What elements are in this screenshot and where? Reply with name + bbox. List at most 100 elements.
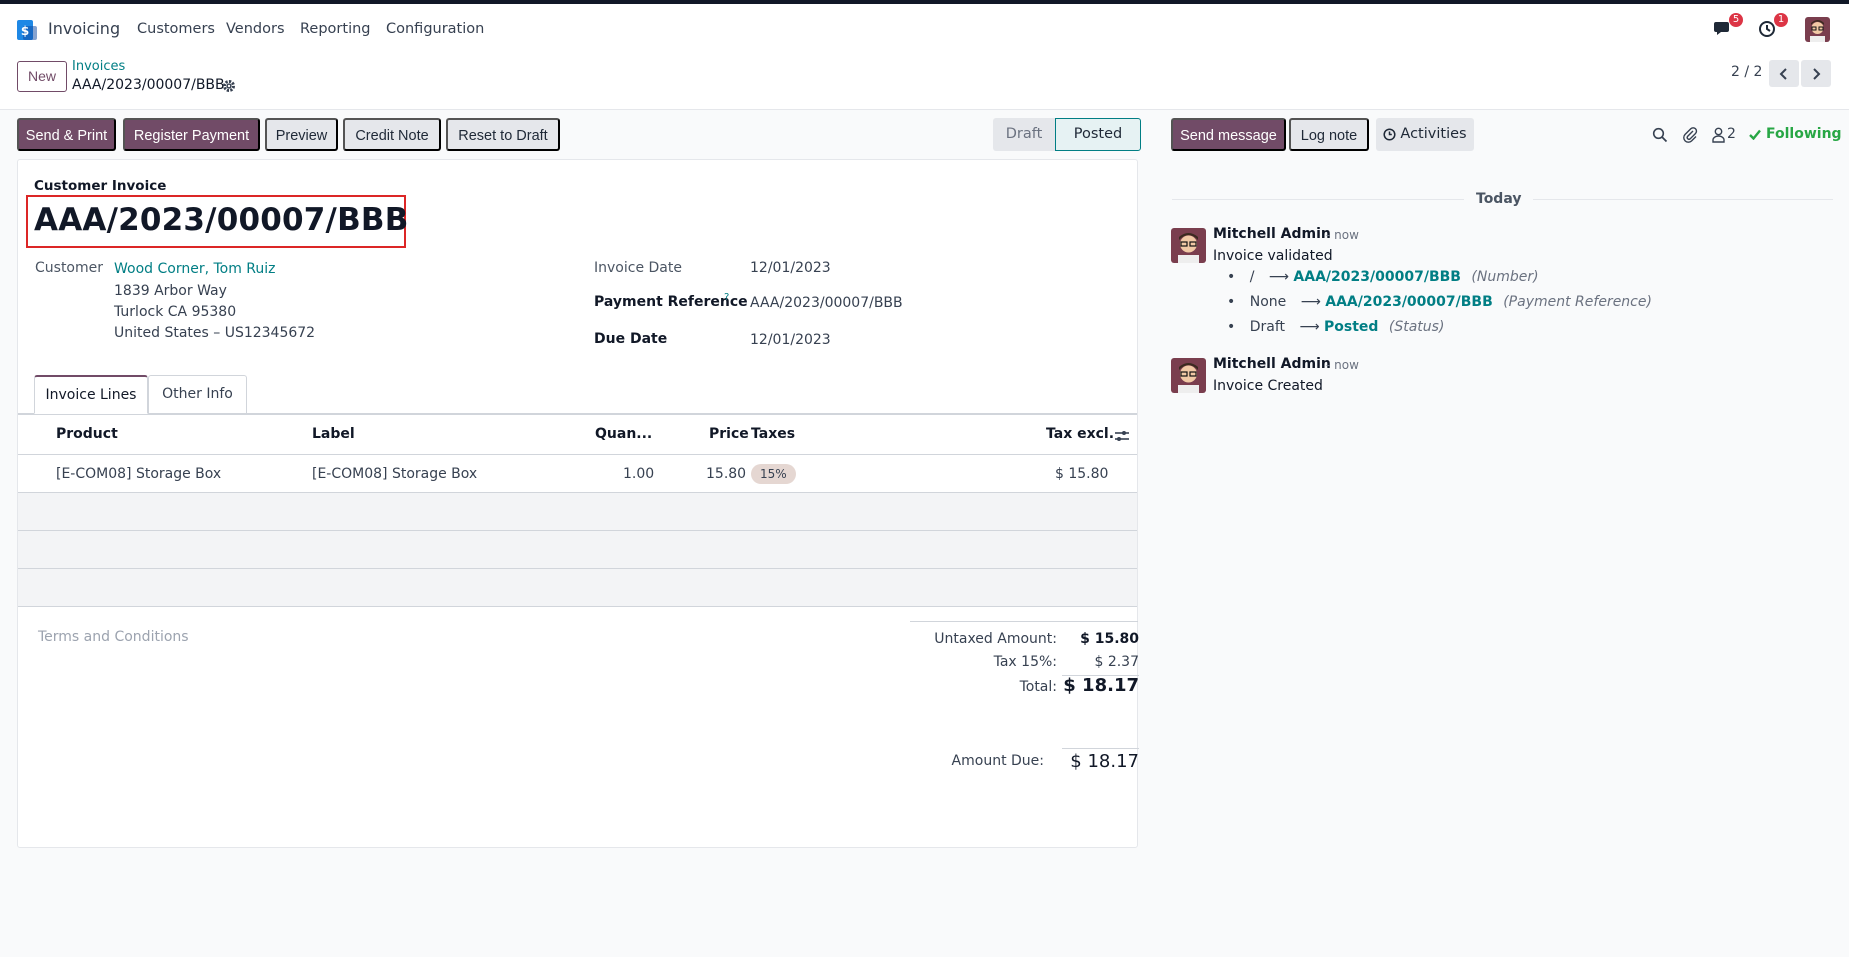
message-author-name[interactable]: Mitchell Admin	[1213, 356, 1331, 372]
clock-icon	[1383, 128, 1396, 141]
empty-table-row	[18, 493, 1137, 530]
message-author-avatar[interactable]	[1171, 228, 1206, 263]
tracking-field-name: (Payment Reference)	[1503, 294, 1652, 310]
message-author-name[interactable]: Mitchell Admin	[1213, 226, 1331, 242]
message-time: - now	[1326, 228, 1359, 242]
following-button[interactable]: Following	[1766, 126, 1842, 142]
check-icon	[1749, 129, 1761, 140]
menu-configuration[interactable]: Configuration	[386, 21, 484, 37]
address-line-2: Turlock CA 95380	[114, 304, 237, 320]
activities-clock-icon[interactable]: 1	[1758, 13, 1788, 40]
gear-icon[interactable]	[222, 79, 236, 93]
column-header-label[interactable]: Label	[312, 426, 355, 442]
date-separator-label: Today	[1464, 191, 1534, 207]
column-header-quantity[interactable]: Quan...	[595, 426, 652, 442]
menu-reporting[interactable]: Reporting	[300, 21, 371, 37]
line-label[interactable]: [E-COM08] Storage Box	[312, 466, 477, 482]
column-header-product[interactable]: Product	[56, 426, 118, 442]
bullet: •	[1227, 269, 1236, 285]
menu-customers[interactable]: Customers	[137, 21, 215, 37]
status-draft[interactable]: Draft	[993, 118, 1055, 151]
new-button[interactable]: New	[17, 61, 68, 92]
search-icon[interactable]	[1652, 127, 1668, 143]
line-subtotal: $ 15.80	[1055, 466, 1109, 482]
amount-due-value: $ 18.17	[1070, 751, 1139, 772]
help-tooltip-icon[interactable]: ?	[724, 292, 729, 303]
tab-other-info[interactable]: Other Info	[148, 375, 247, 414]
menu-vendors[interactable]: Vendors	[226, 21, 285, 37]
tracking-old-value: /	[1249, 269, 1255, 285]
arrow-right-icon: ⟶	[1300, 294, 1321, 310]
activities-button-label: Activities	[1400, 126, 1467, 142]
empty-table-row	[18, 569, 1137, 606]
message-body: Invoice validated	[1213, 248, 1333, 264]
line-price[interactable]: 15.80	[706, 466, 746, 482]
pager-previous-button[interactable]	[1769, 60, 1799, 87]
line-tax-tag[interactable]: 15%	[751, 464, 796, 484]
control-panel: New Invoices AAA/2023/00007/BBB 2 / 2	[0, 53, 1849, 110]
arrow-right-icon: ⟶	[1299, 319, 1320, 335]
amount-due-separator	[1062, 748, 1139, 749]
breadcrumb-current-record: AAA/2023/00007/BBB	[72, 77, 225, 93]
chevron-left-icon	[1779, 67, 1787, 80]
invoice-number-title: AAA/2023/00007/BBB	[34, 202, 409, 238]
untaxed-amount-label: Untaxed Amount:	[934, 631, 1057, 647]
invoice-date-value[interactable]: 12/01/2023	[750, 260, 831, 276]
invoice-form-sheet: Customer Invoice AAA/2023/00007/BBB Cust…	[17, 159, 1139, 848]
tracking-new-value: Posted	[1324, 319, 1379, 335]
table-header-border	[18, 414, 1137, 415]
message-author-avatar[interactable]	[1171, 358, 1206, 393]
message-time: - now	[1326, 358, 1359, 372]
column-header-price[interactable]: Price	[709, 426, 749, 442]
breadcrumb-invoices[interactable]: Invoices	[72, 59, 125, 74]
terms-and-conditions-field[interactable]: Terms and Conditions	[38, 629, 189, 645]
message-body: Invoice Created	[1213, 378, 1323, 394]
address-line-1: 1839 Arbor Way	[114, 283, 227, 299]
app-name[interactable]: Invoicing	[48, 19, 120, 38]
paperclip-icon[interactable]	[1682, 126, 1698, 143]
empty-table-row	[18, 531, 1137, 568]
optional-columns-icon[interactable]	[1114, 428, 1130, 444]
svg-text:$: $	[21, 24, 29, 38]
invoice-date-label: Invoice Date	[594, 260, 682, 276]
chevron-right-icon	[1813, 67, 1821, 80]
address-line-3: United States – US12345672	[114, 325, 316, 341]
customer-link[interactable]: Wood Corner, Tom Ruiz	[114, 261, 276, 277]
tracking-change-item: • Draft ⟶ Posted (Status)	[1227, 319, 1444, 335]
pager-next-button[interactable]	[1801, 60, 1831, 87]
table-header-bottom-border	[18, 454, 1137, 455]
form-tabs: Invoice Lines Other Info	[18, 375, 1137, 414]
credit-note-button[interactable]: Credit Note	[343, 118, 441, 151]
arrow-right-icon: ⟶	[1268, 269, 1289, 285]
activities-button[interactable]: Activities	[1376, 118, 1474, 151]
column-header-taxes[interactable]: Taxes	[751, 426, 795, 442]
line-quantity[interactable]: 1.00	[623, 466, 654, 482]
register-payment-button[interactable]: Register Payment	[123, 118, 260, 151]
due-date-label: Due Date	[594, 331, 668, 347]
followers-count[interactable]: 2	[1727, 126, 1736, 142]
document-type-label: Customer Invoice	[34, 178, 167, 194]
send-message-button[interactable]: Send message	[1171, 118, 1286, 151]
due-date-value[interactable]: 12/01/2023	[750, 332, 831, 348]
activities-badge: 1	[1774, 13, 1788, 27]
tracking-old-value: None	[1249, 294, 1287, 310]
author-avatar-image	[1171, 358, 1206, 393]
pager-value[interactable]: 2 / 2	[1731, 64, 1762, 80]
invoicing-app-icon[interactable]: $	[17, 20, 37, 40]
preview-button[interactable]: Preview	[265, 118, 338, 151]
column-header-tax-excl[interactable]: Tax excl.	[1046, 426, 1114, 442]
line-product-link[interactable]: [E-COM08] Storage Box	[56, 466, 221, 482]
messages-icon[interactable]: 5	[1713, 13, 1743, 40]
messages-badge: 5	[1729, 13, 1743, 27]
status-posted[interactable]: Posted	[1055, 118, 1141, 151]
reset-to-draft-button[interactable]: Reset to Draft	[446, 118, 560, 151]
log-note-button[interactable]: Log note	[1289, 118, 1369, 151]
tab-invoice-lines[interactable]: Invoice Lines	[34, 375, 148, 414]
user-avatar[interactable]	[1805, 17, 1830, 42]
followers-person-icon[interactable]	[1712, 127, 1725, 143]
tracking-field-name: (Status)	[1388, 319, 1445, 335]
tracking-field-name: (Number)	[1471, 269, 1539, 285]
payment-reference-value[interactable]: AAA/2023/00007/BBB	[750, 295, 903, 311]
status-bar: Draft Posted	[993, 118, 1141, 151]
send-print-button[interactable]: Send & Print	[17, 118, 116, 151]
